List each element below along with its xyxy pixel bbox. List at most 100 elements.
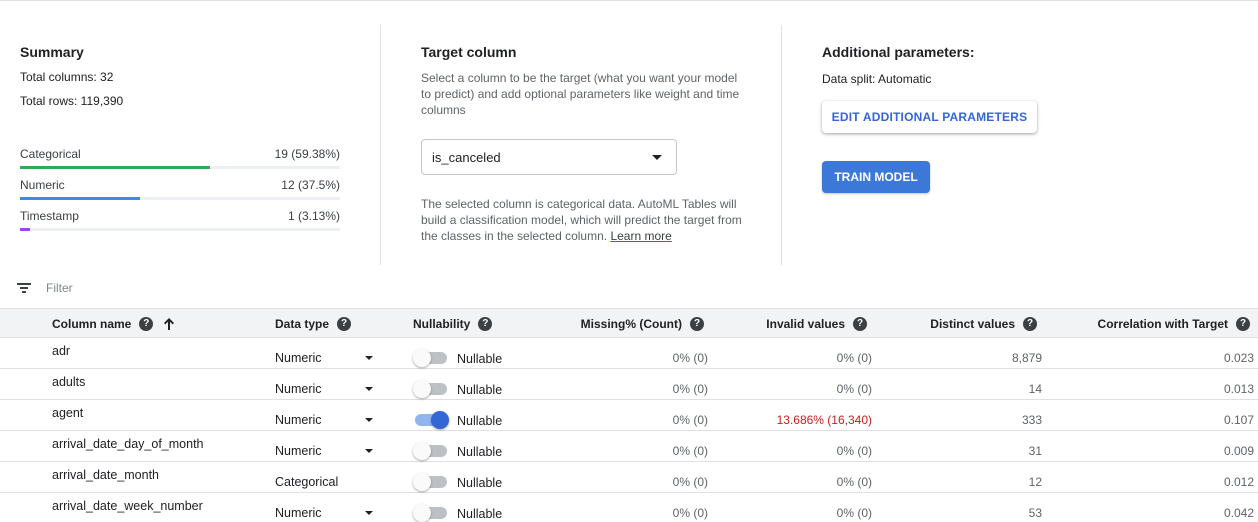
help-icon[interactable]: ? [1236,317,1250,331]
distinct-value: 31 [1028,444,1042,458]
help-icon[interactable]: ? [1023,317,1037,331]
correlation-value: 0.042 [1223,506,1254,520]
learn-more-link[interactable]: Learn more [610,229,671,243]
column-name: arrival_date_week_number [52,499,203,513]
nullable-label: Nullable [457,507,503,521]
sort-ascending-icon[interactable] [163,317,175,331]
nullable-toggle[interactable] [413,348,449,368]
invalid-value: 0% (0) [836,382,872,396]
nullable-toggle[interactable] [413,441,449,461]
dropdown-arrow-icon [652,155,662,160]
data-type-select[interactable]: Numeric [275,444,322,458]
stat-categorical: Categorical 19 (59.38%) [20,147,340,171]
stat-bar-track [20,166,340,169]
top-divider [0,0,1258,1]
target-column-select[interactable]: is_canceled [421,139,677,175]
missing-value: 0% (0) [672,413,708,427]
target-note-text: The selected column is categorical data.… [421,197,742,243]
data-type-select[interactable]: Numeric [275,382,322,396]
column-name: adults [52,375,86,389]
distinct-value: 53 [1028,506,1042,520]
table-row[interactable]: adr Numeric Nullable 0% (0) 0% (0) 8,879 0.023 [0,338,1258,369]
filter-icon[interactable] [17,283,31,293]
correlation-value: 0.009 [1223,444,1254,458]
header-label: Correlation with Target [1097,317,1228,331]
correlation-value: 0.107 [1223,413,1254,427]
nullable-toggle[interactable] [413,379,449,399]
nullable-label: Nullable [457,383,503,397]
header-distinct: Distinct values ? [930,317,1037,331]
target-description: Select a column to be the target (what y… [421,71,740,117]
data-type-select[interactable]: Numeric [275,351,322,365]
nullable-toggle[interactable] [413,410,449,430]
help-icon[interactable]: ? [690,317,704,331]
section-divider [781,25,782,265]
header-label: Nullability [413,317,471,331]
target-title: Target column [421,44,517,60]
data-type-select[interactable]: Numeric [275,413,322,427]
dropdown-arrow-icon[interactable] [365,449,373,453]
invalid-value: 0% (0) [836,475,872,489]
correlation-value: 0.013 [1223,382,1254,396]
distinct-value: 333 [1021,413,1042,427]
section-divider [380,25,381,265]
stat-bar-fill [20,228,31,231]
header-label: Invalid values [766,317,845,331]
total-rows: Total rows: 119,390 [20,94,124,108]
nullable-label: Nullable [457,414,503,428]
distinct-value: 12 [1028,475,1042,489]
stat-timestamp: Timestamp 1 (3.13%) [20,209,340,233]
filter-input[interactable]: Filter [46,281,73,295]
help-icon[interactable]: ? [478,317,493,331]
missing-value: 0% (0) [672,444,708,458]
missing-value: 0% (0) [672,382,708,396]
nullable-toggle[interactable] [413,503,449,522]
dropdown-arrow-icon[interactable] [365,356,373,360]
header-column-name[interactable]: Column name ? [52,317,175,331]
stat-bar-fill [20,166,211,169]
column-name: agent [52,406,84,420]
header-label: Missing% (Count) [580,317,682,331]
nullable-label: Nullable [457,476,503,490]
distinct-value: 8,879 [1011,351,1042,365]
help-icon[interactable]: ? [337,317,352,331]
help-icon[interactable]: ? [853,317,867,331]
correlation-value: 0.012 [1223,475,1254,489]
table-row[interactable]: arrival_date_month Categorical Nullable 0% … [0,462,1258,493]
stat-bar-fill [20,197,140,200]
summary-title: Summary [20,44,84,60]
stat-value: 1 (3.13%) [287,209,340,223]
stat-label: Numeric [20,178,65,192]
data-split: Data split: Automatic [822,72,932,86]
data-type-select[interactable]: Numeric [275,506,322,520]
invalid-value: 0% (0) [836,444,872,458]
correlation-value: 0.023 [1223,351,1254,365]
nullable-label: Nullable [457,445,503,459]
nullable-toggle[interactable] [413,472,449,492]
table-row[interactable]: arrival_date_day_of_month Numeric Nullable… [0,431,1258,462]
header-nullability: Nullability ? [413,317,493,331]
header-data-type: Data type ? [275,317,352,331]
data-type-select[interactable]: Categorical [275,475,338,489]
table-row[interactable]: adults Numeric Nullable 0% (0) 0% (0) 14 0.013 [0,369,1258,400]
distinct-value: 14 [1028,382,1042,396]
dropdown-arrow-icon[interactable] [365,511,373,515]
edit-parameters-button[interactable]: EDIT ADDITIONAL PARAMETERS [822,101,1037,133]
table-row[interactable]: agent Numeric Nullable 0% (0) 13.686% (16,34… [0,400,1258,431]
help-icon[interactable]: ? [139,317,154,331]
column-name: arrival_date_month [52,468,160,482]
train-model-button[interactable]: TRAIN MODEL [822,161,930,193]
header-invalid: Invalid values ? [766,317,867,331]
invalid-value: 0% (0) [836,351,872,365]
dropdown-arrow-icon[interactable] [365,418,373,422]
dropdown-arrow-icon[interactable] [365,387,373,391]
stat-label: Categorical [20,147,81,161]
header-missing: Missing% (Count) ? [581,317,704,331]
stat-numeric: Numeric 12 (37.5%) [20,178,340,202]
table-header: Column name ? Data type ? Nullability ? … [0,308,1258,338]
header-label: Distinct values [930,317,1015,331]
missing-value: 0% (0) [672,351,708,365]
header-label: Column name [52,317,132,331]
invalid-value: 0% (0) [836,506,872,520]
table-row[interactable]: arrival_date_week_number Numeric Nullable 0… [0,493,1258,522]
